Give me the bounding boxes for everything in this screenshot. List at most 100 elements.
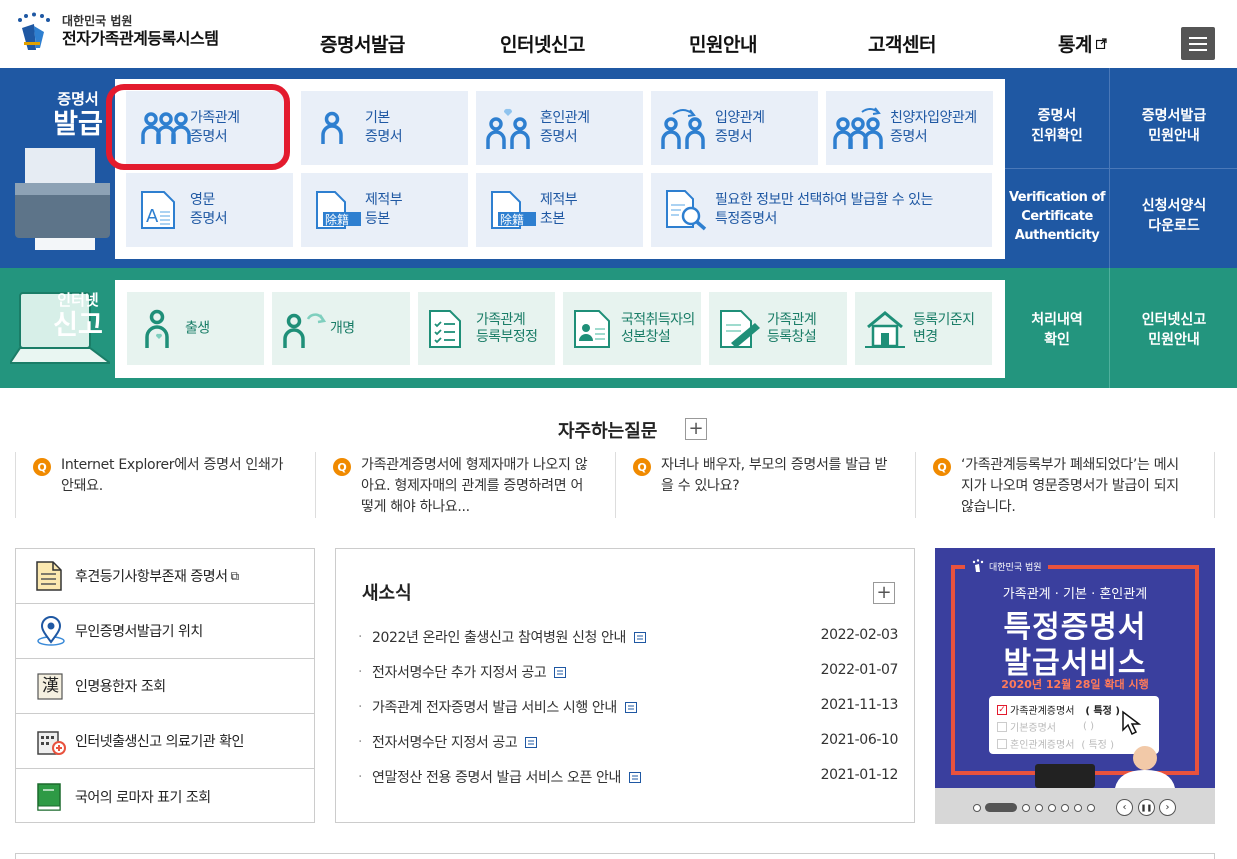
- banner-check-label: 가족관계증명서: [1010, 706, 1075, 717]
- question-icon: Q: [33, 458, 51, 476]
- report-side-title-big: 신고: [53, 310, 103, 341]
- cert-card-label: 제적부 등본: [365, 192, 403, 227]
- banner-check-item: ✓ 가족관계증명서 ( 특정 ): [997, 702, 1120, 717]
- quick-link-hospital[interactable]: 인터넷출생신고 의료기관 확인: [16, 714, 314, 769]
- news-item[interactable]: · 가족관계 전자증명서 발급 서비스 시행 안내 2021-11-13: [358, 697, 898, 717]
- slide-dot[interactable]: [1087, 804, 1095, 812]
- cert-card-specific[interactable]: 필요한 정보만 선택하여 발급할 수 있는 특정증명서: [651, 173, 992, 247]
- prev-slide-button[interactable]: ‹: [1116, 799, 1133, 816]
- logo-system-name: 전자가족관계등록시스템: [62, 29, 219, 48]
- banner-check-item: 기본증명서 ( ): [997, 719, 1094, 734]
- report-card-label: 국적취득자의 성본창설: [621, 311, 695, 345]
- report-card-rename[interactable]: 개명: [272, 292, 410, 365]
- slide-dot[interactable]: [1048, 804, 1056, 812]
- nav-certificate[interactable]: 증명서발급: [320, 30, 405, 57]
- quick-link-kiosk[interactable]: 무인증명서발급기 위치: [16, 604, 314, 659]
- svg-text:A: A: [146, 206, 159, 227]
- verification-link[interactable]: Verification of Certificate Authenticity: [1005, 168, 1109, 264]
- site-logo[interactable]: 대한민국 법원 전자가족관계등록시스템: [14, 12, 219, 52]
- report-civil-guide-link[interactable]: 인터넷신고 민원안내: [1111, 280, 1237, 380]
- all-menu-button[interactable]: [1181, 27, 1215, 60]
- quick-link-hanja[interactable]: 漢 인명용한자 조회: [16, 659, 314, 714]
- form-download-link[interactable]: 신청서양식 다운로드: [1111, 168, 1237, 264]
- faq-item[interactable]: Q 가족관계증명서에 형제자매가 나오지 않아요. 형제자매의 관계를 증명하려…: [315, 452, 615, 518]
- report-card-label: 출생: [185, 320, 210, 336]
- news-item-date: 2021-06-10: [820, 732, 899, 748]
- quick-link-label: 무인증명서발급기 위치: [75, 624, 203, 640]
- nav-civil-guide[interactable]: 민원안내: [689, 30, 757, 57]
- map-pin-icon: [37, 616, 65, 646]
- faq-item[interactable]: Q 자녀나 배우자, 부모의 증명서를 발급 받을 수 있나요?: [615, 452, 915, 518]
- highlight-circle: [106, 84, 290, 170]
- promo-banner[interactable]: 대한민국 법원 가족관계 · 기본 · 혼인관계 특정증명서 발급서비스 202…: [935, 548, 1215, 824]
- news-item-date: 2022-02-03: [820, 627, 899, 643]
- report-card-creation[interactable]: 가족관계 등록창설: [709, 292, 847, 365]
- report-card-label: 개명: [330, 320, 355, 336]
- report-card-birth[interactable]: 출생: [127, 292, 264, 365]
- cert-card-removed-extract[interactable]: 除籍 제적부 초본: [476, 173, 643, 247]
- cert-card-label: 제적부 초본: [540, 192, 578, 227]
- cert-civil-guide-link[interactable]: 증명서발급 민원안내: [1111, 78, 1237, 174]
- site-header: 대한민국 법원 전자가족관계등록시스템 증명서발급 인터넷신고 민원안내 고객센…: [0, 0, 1237, 68]
- report-card-domicile[interactable]: 등록기준지 변경: [855, 292, 992, 365]
- person-illustration: [1035, 746, 1175, 788]
- cert-card-full-adoption[interactable]: 친양자입양관계 증명서: [826, 91, 993, 165]
- report-history-link[interactable]: 처리내역 확인: [1005, 280, 1109, 380]
- cert-card-marriage[interactable]: 혼인관계 증명서: [476, 91, 643, 165]
- faq-question: 자녀나 배우자, 부모의 증명서를 발급 받을 수 있나요?: [661, 457, 888, 494]
- logo-org-name: 대한민국 법원: [62, 14, 133, 28]
- slide-dot[interactable]: [973, 804, 981, 812]
- faq-title: 자주하는질문: [558, 421, 658, 442]
- news-item-title: 연말정산 전용 증명서 발급 서비스 오픈 안내: [372, 770, 621, 786]
- cert-card-english[interactable]: A 영문 증명서: [126, 173, 293, 247]
- pause-button[interactable]: ❚❚: [1138, 799, 1155, 816]
- report-card-correction[interactable]: 가족관계 등록부정정: [418, 292, 555, 365]
- slide-dot[interactable]: [1061, 804, 1069, 812]
- banner-check-tag: ( ): [1083, 721, 1094, 732]
- cert-card-basic[interactable]: 기본 증명서: [301, 91, 468, 165]
- news-item-date: 2022-01-07: [820, 662, 899, 678]
- checklist-icon: [429, 309, 461, 348]
- news-item[interactable]: · 전자서명수단 지정서 공고 2021-06-10: [358, 732, 898, 752]
- full-adoption-icon: [833, 107, 883, 149]
- slide-dot[interactable]: [1035, 804, 1043, 812]
- banner-org: 대한민국 법원: [965, 557, 1048, 575]
- faq-item[interactable]: Q Internet Explorer에서 증명서 인쇄가 안돼요.: [15, 452, 315, 518]
- cert-card-adoption[interactable]: 입양관계 증명서: [651, 91, 818, 165]
- faq-more-button[interactable]: +: [685, 418, 707, 440]
- banner-date: 2020년 12월 28일 확대 시행: [1001, 678, 1149, 691]
- nav-internet-report[interactable]: 인터넷신고: [500, 30, 585, 57]
- english-doc-icon: A: [141, 191, 175, 229]
- question-icon: Q: [333, 458, 351, 476]
- bottom-box: [15, 853, 1215, 859]
- report-side-title-small: 인터넷: [57, 291, 99, 309]
- svg-text:除籍: 除籍: [325, 212, 349, 227]
- memo-icon: [554, 666, 567, 678]
- slide-dot[interactable]: [1074, 804, 1082, 812]
- cert-card-removed-copy[interactable]: 除籍 제적부 등본: [301, 173, 468, 247]
- nav-customer-center[interactable]: 고객센터: [868, 30, 936, 57]
- cert-side-title: 증명서 발급: [50, 89, 106, 141]
- doc-search-icon: [666, 190, 707, 231]
- news-item[interactable]: · 전자서명수단 추가 지정서 공고 2022-01-07: [358, 662, 898, 682]
- quick-link-label: 국어의 로마자 표기 조회: [75, 789, 211, 806]
- memo-icon: [624, 701, 637, 713]
- nav-statistics[interactable]: 통계: [1058, 30, 1107, 57]
- cert-authenticity-link[interactable]: 증명서 진위확인: [1005, 78, 1109, 174]
- quick-link-text: 후견등기사항부존재 증명서: [75, 569, 228, 585]
- slide-dot-active[interactable]: [985, 803, 1017, 812]
- next-slide-button[interactable]: ›: [1159, 799, 1176, 816]
- cert-card-label: 영문 증명서: [190, 192, 228, 227]
- document-icon: [36, 561, 62, 591]
- banner-subtitle: 가족관계 · 기본 · 혼인관계: [1002, 587, 1148, 602]
- slide-dot[interactable]: [1022, 804, 1030, 812]
- quick-link-guardianship[interactable]: 후견등기사항부존재 증명서 ⧉: [16, 549, 314, 604]
- news-more-button[interactable]: +: [873, 582, 895, 604]
- hospital-icon: [37, 731, 66, 755]
- news-item[interactable]: · 2022년 온라인 출생신고 참여병원 신청 안내 2022-02-03: [358, 627, 898, 647]
- report-card-surname[interactable]: 국적취득자의 성본창설: [563, 292, 701, 365]
- faq-question: Internet Explorer에서 증명서 인쇄가 안돼요.: [61, 457, 284, 494]
- news-item[interactable]: · 연말정산 전용 증명서 발급 서비스 오픈 안내 2021-01-12: [358, 767, 898, 787]
- quick-link-romanization[interactable]: 국어의 로마자 표기 조회: [16, 769, 314, 824]
- faq-item[interactable]: Q ‘가족관계등록부가 폐쇄되었다’는 메시지가 나오며 영문증명서가 발급이 …: [915, 452, 1215, 518]
